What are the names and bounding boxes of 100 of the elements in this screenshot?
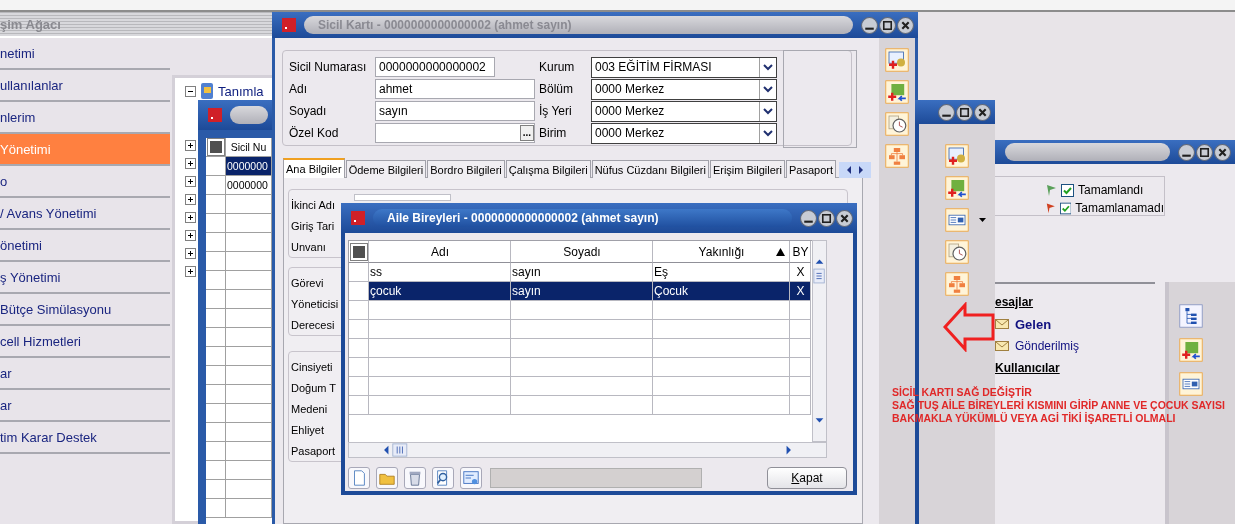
maximize-button[interactable] [818,209,835,227]
table-cell[interactable] [511,358,653,377]
row-header[interactable] [206,233,226,252]
dropdown-field[interactable]: 0000 Merkez [591,122,777,144]
row-header[interactable] [206,366,226,385]
dropdown-arrow-icon[interactable] [759,57,776,77]
row-header[interactable] [206,442,226,461]
dropdown-field[interactable]: 0000 Merkez [591,100,777,122]
row-header[interactable] [349,282,369,301]
table-cell[interactable]: Çocuk [653,282,790,301]
table-cell[interactable]: X [790,282,811,301]
expand-icon[interactable] [185,230,196,241]
row-header[interactable] [349,358,369,377]
text-field[interactable] [354,194,451,201]
table-cell[interactable] [790,320,811,339]
close-button[interactable] [897,16,914,34]
tab[interactable]: Pasaport [785,160,836,178]
minimize-button[interactable] [800,209,817,227]
close-button[interactable] [1214,143,1231,161]
table-cell[interactable] [511,320,653,339]
row-header[interactable] [206,461,226,480]
expand-icon[interactable] [185,176,196,187]
maximize-button[interactable] [1196,143,1213,161]
column-header[interactable]: Adı [369,241,511,263]
row-header[interactable] [206,328,226,347]
table-cell[interactable]: çocuk [369,282,511,301]
expand-icon[interactable] [185,266,196,277]
lookup-field[interactable]: ... [375,123,535,143]
folder-link[interactable]: Gelen [1015,316,1052,332]
minimize-button[interactable] [1178,143,1195,161]
table-cell[interactable]: sayın [511,282,653,301]
table-cell[interactable] [790,301,811,320]
tree-node[interactable]: Tanımla [218,83,264,99]
minimize-button[interactable] [938,103,955,121]
close-button[interactable] [974,103,991,121]
table-cell[interactable] [369,339,511,358]
transfer-icon[interactable] [885,80,909,104]
table-cell[interactable]: 0000000 [226,157,272,176]
close-dialog-button[interactable]: Kapat [767,467,847,489]
dropdown-field[interactable]: 003 EĞİTİM FİRMASI [591,56,777,78]
tab[interactable]: Ana Bilgiler [283,158,345,178]
column-header[interactable]: Yakınlığı [653,241,790,263]
column-header[interactable]: BY [790,241,811,263]
maximize-button[interactable] [956,103,973,121]
dropdown-arrow-icon[interactable] [759,101,776,121]
table-cell[interactable] [790,377,811,396]
checkbox[interactable] [1061,183,1074,197]
dropdown-arrow-icon[interactable] [759,123,776,143]
row-header[interactable] [206,480,226,499]
tab[interactable]: Çalışma Bilgileri [505,160,591,178]
dropdown-field[interactable]: 0000 Merkez [591,78,777,100]
text-field[interactable]: sayın [375,101,535,121]
minimize-button[interactable] [861,16,878,34]
row-header[interactable] [349,320,369,339]
row-header[interactable] [206,271,226,290]
collapse-icon[interactable] [185,85,196,97]
expand-icon[interactable] [185,158,196,169]
clock-icon[interactable] [945,240,969,264]
row-header[interactable] [206,385,226,404]
form-list-icon[interactable] [1179,372,1203,396]
form-list-icon[interactable] [945,208,969,232]
row-header[interactable] [349,377,369,396]
expand-icon[interactable] [185,212,196,223]
select-all-box[interactable] [207,139,224,155]
table-cell[interactable] [653,301,790,320]
table-cell[interactable] [369,301,511,320]
table-cell[interactable] [653,377,790,396]
horizontal-scrollbar[interactable] [348,442,827,458]
row-header[interactable] [349,301,369,320]
transfer-icon[interactable] [945,176,969,200]
dropdown-arrow-icon[interactable] [759,79,776,99]
row-header[interactable] [349,396,369,415]
tab[interactable]: Bordro Bilgileri [427,160,505,178]
text-field[interactable]: ahmet [375,79,535,99]
transfer-icon[interactable] [1179,338,1203,362]
select-all-box[interactable] [351,243,367,260]
table-cell[interactable] [369,358,511,377]
table-cell[interactable] [511,301,653,320]
tree-icon[interactable] [1179,304,1203,328]
org-chart-icon[interactable] [945,272,969,296]
table-cell[interactable] [653,396,790,415]
clock-icon[interactable] [885,112,909,136]
text-field[interactable]: 0000000000000002 [375,57,495,77]
table-cell[interactable] [790,339,811,358]
org-chart-icon[interactable] [885,144,909,168]
tab-scroll-arrows-icon[interactable] [839,162,871,178]
table-cell[interactable] [369,320,511,339]
close-button[interactable] [836,209,853,227]
row-header[interactable] [206,176,226,195]
table-cell[interactable] [511,339,653,358]
expand-icon[interactable] [185,248,196,259]
row-header[interactable] [206,423,226,442]
maximize-button[interactable] [879,16,896,34]
table-cell[interactable] [790,358,811,377]
expand-icon[interactable] [185,140,196,151]
tab[interactable]: Nüfus Cüzdanı Bilgileri [591,160,709,178]
row-header[interactable] [206,347,226,366]
row-header[interactable] [206,404,226,423]
photo-frame[interactable] [783,50,857,148]
add-card-icon[interactable] [885,48,909,72]
